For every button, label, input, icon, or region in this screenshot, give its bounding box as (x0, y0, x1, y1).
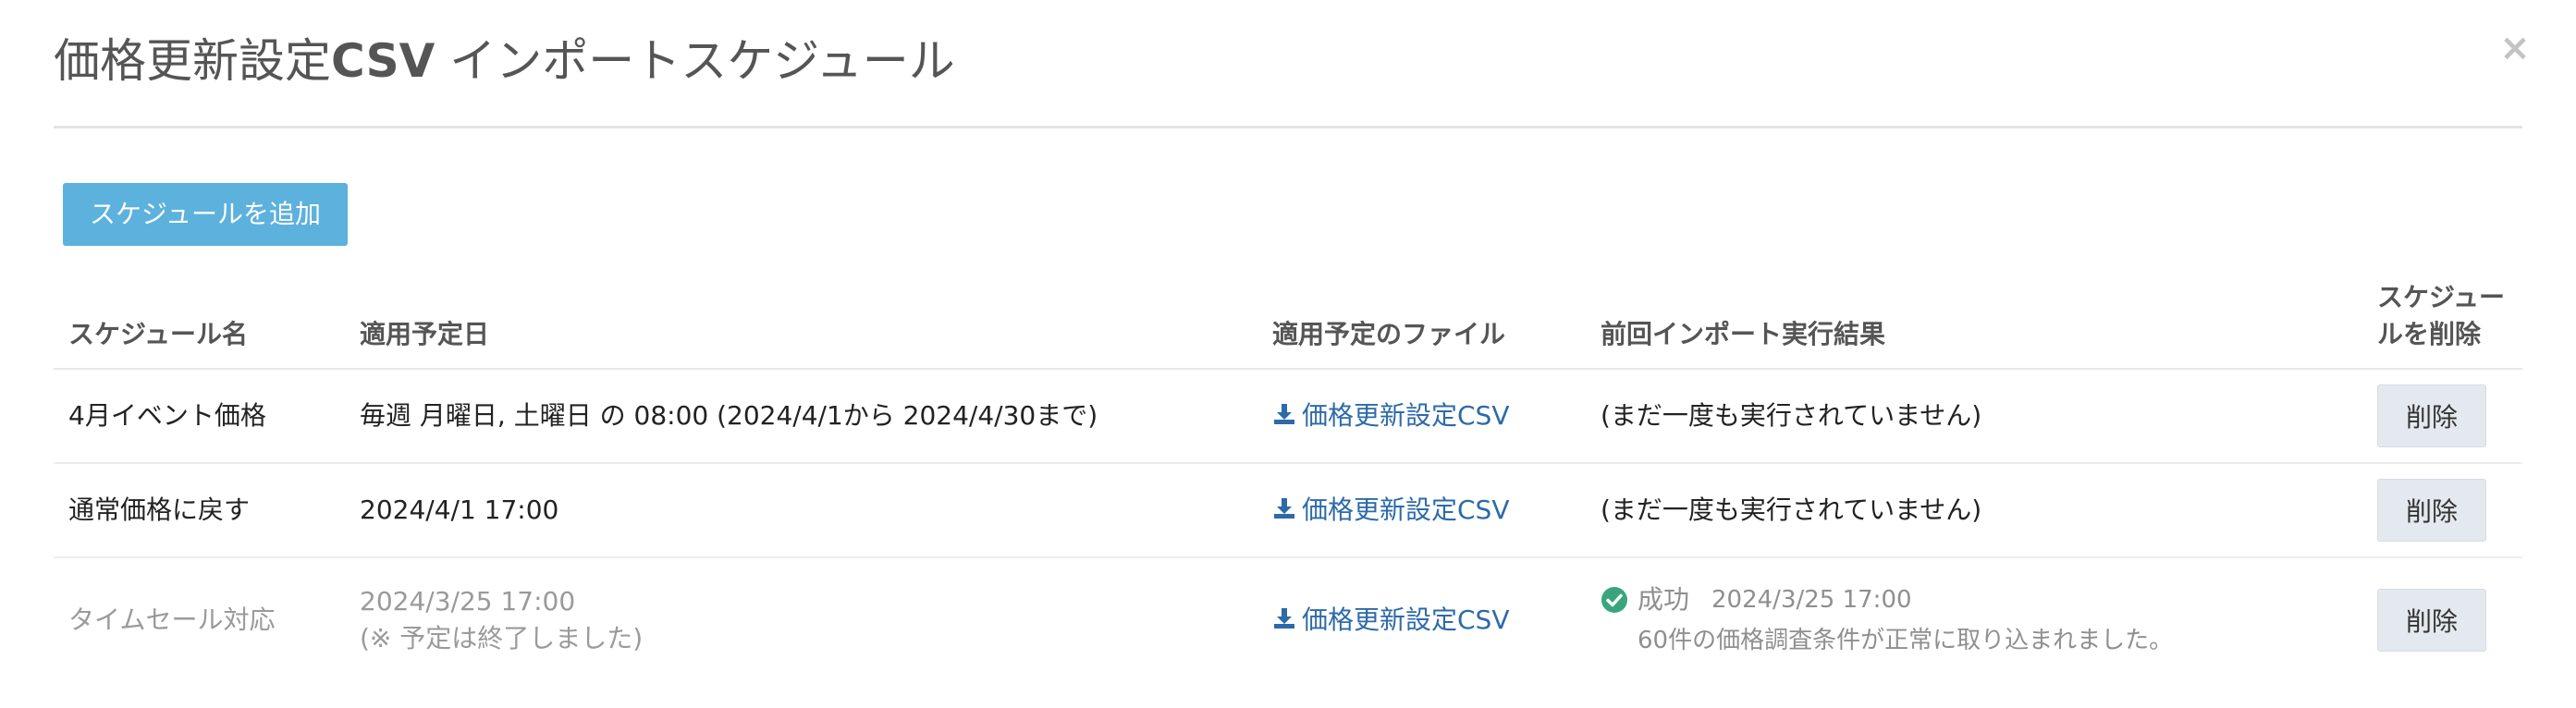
download-link-label: 価格更新設定CSV (1302, 494, 1510, 525)
schedule-ended-note: (※ 予定は終了しました) (360, 623, 644, 653)
delete-cell: 削除 (2362, 369, 2522, 464)
import-result-message: 60件の価格調査条件が正常に取り込まれました。 (1638, 627, 2174, 654)
download-icon (1274, 608, 1294, 629)
download-link-label: 価格更新設定CSV (1302, 400, 1510, 431)
column-header-delete: スケジュールを削除 (2362, 270, 2522, 370)
download-icon (1274, 404, 1294, 424)
schedule-date: 2024/3/25 17:00 (360, 586, 576, 616)
check-circle-icon (1601, 587, 1627, 613)
schedule-file-cell: 価格更新設定CSV (1257, 369, 1586, 464)
delete-button[interactable]: 削除 (2377, 385, 2486, 447)
download-icon (1274, 498, 1294, 519)
modal-header: 価格更新設定CSV インポートスケジュール (54, 0, 2522, 128)
delete-cell: 削除 (2362, 557, 2522, 682)
modal-title: 価格更新設定CSV インポートスケジュール (54, 26, 955, 96)
column-header-file: 適用予定のファイル (1257, 270, 1586, 370)
add-schedule-button[interactable]: スケジュールを追加 (63, 183, 348, 246)
download-csv-link[interactable]: 価格更新設定CSV (1272, 494, 1509, 525)
delete-button[interactable]: 削除 (2377, 589, 2486, 652)
import-result-status: 成功 (1638, 584, 1690, 615)
table-row: 通常価格に戻す 2024/4/1 17:00 価格更新設定CSV (まだ一度も実… (54, 463, 2522, 558)
table-row: タイムセール対応 2024/3/25 17:00 (※ 予定は終了しました) 価… (54, 557, 2522, 682)
modal-title-rest: インポートスケジュール (435, 34, 955, 88)
import-result: (まだ一度も実行されていません) (1586, 369, 2362, 464)
close-icon[interactable]: × (2496, 26, 2533, 70)
schedule-name: 4月イベント価格 (54, 369, 345, 464)
import-result: (まだ一度も実行されていません) (1586, 463, 2362, 558)
schedule-name: タイムセール対応 (68, 604, 276, 635)
schedule-date: 毎週 月曜日, 土曜日 の 08:00 (2024/4/1から 2024/4/3… (345, 369, 1257, 464)
column-header-result: 前回インポート実行結果 (1586, 270, 2362, 370)
schedule-name: 通常価格に戻す (54, 463, 345, 558)
delete-cell: 削除 (2362, 463, 2522, 558)
table-header-row: スケジュール名 適用予定日 適用予定のファイル 前回インポート実行結果 スケジュ… (54, 270, 2522, 370)
column-header-name: スケジュール名 (54, 270, 345, 370)
schedule-date: 2024/4/1 17:00 (345, 463, 1257, 558)
download-link-label: 価格更新設定CSV (1302, 604, 1510, 635)
import-result-cell: 成功 2024/3/25 17:00 60件の価格調査条件が正常に取り込まれまし… (1586, 557, 2362, 682)
delete-button[interactable]: 削除 (2377, 479, 2486, 542)
download-csv-link[interactable]: 価格更新設定CSV (1272, 604, 1509, 635)
modal-title-main: 価格更新設定 (54, 34, 331, 88)
schedule-table: スケジュール名 適用予定日 適用予定のファイル 前回インポート実行結果 スケジュ… (54, 270, 2522, 682)
download-csv-link[interactable]: 価格更新設定CSV (1272, 400, 1509, 431)
column-header-date: 適用予定日 (345, 270, 1257, 370)
table-row: 4月イベント価格 毎週 月曜日, 土曜日 の 08:00 (2024/4/1から… (54, 369, 2522, 464)
import-result-status-line: 成功 2024/3/25 17:00 (1601, 581, 2362, 618)
schedule-date-cell: 2024/3/25 17:00 (※ 予定は終了しました) (345, 557, 1257, 682)
schedule-file-cell: 価格更新設定CSV (1257, 463, 1586, 558)
schedule-modal: 価格更新設定CSV インポートスケジュール × スケジュールを追加 スケジュール… (0, 0, 2576, 708)
modal-title-csv: CSV (331, 34, 435, 88)
schedule-file-cell: 価格更新設定CSV (1257, 557, 1586, 682)
import-result-date: 2024/3/25 17:00 (1711, 586, 1912, 614)
